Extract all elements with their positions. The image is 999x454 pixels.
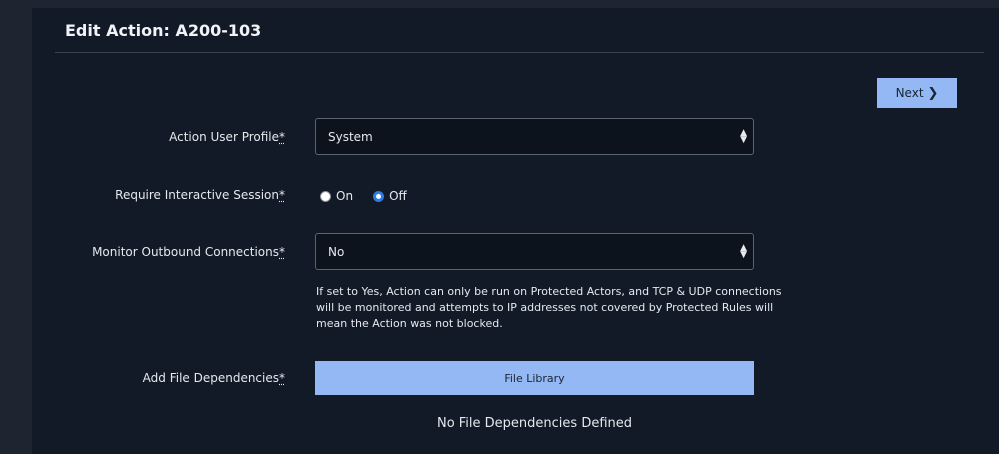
next-button[interactable]: Next ❯ — [877, 78, 957, 108]
interactive-session-off-radio[interactable]: Off — [373, 189, 407, 203]
interactive-session-on-radio[interactable]: On — [320, 189, 353, 203]
radio-checked-icon — [373, 190, 385, 202]
required-mark: * — [279, 130, 285, 144]
required-mark: * — [279, 245, 285, 259]
user-profile-label: Action User Profile* — [169, 130, 285, 144]
page-title: Edit Action: A200-103 — [65, 21, 262, 40]
no-dependencies-message: No File Dependencies Defined — [436, 416, 633, 431]
radio-off-label: Off — [389, 189, 407, 203]
interactive-session-label: Require Interactive Session* — [115, 188, 285, 202]
sort-arrows-icon: ▲ ▼ — [740, 242, 747, 260]
radio-on-label: On — [336, 189, 354, 203]
chevron-right-icon: ❯ — [927, 85, 939, 101]
radio-unchecked-icon — [320, 190, 331, 202]
outbound-connections-value: No — [328, 244, 345, 259]
required-mark: * — [279, 188, 285, 202]
outbound-connections-label: Monitor Outbound Connections* — [92, 245, 285, 259]
interactive-session-radio-group: On Off — [320, 189, 407, 203]
file-dependencies-label-text: Add File Dependencies — [142, 371, 279, 385]
title-divider — [55, 52, 984, 53]
interactive-session-label-text: Require Interactive Session — [115, 188, 279, 202]
outbound-connections-label-text: Monitor Outbound Connections — [92, 245, 279, 259]
sort-arrows-icon: ▲ ▼ — [740, 127, 747, 145]
file-library-button[interactable]: File Library — [315, 361, 754, 395]
next-button-label: Next — [895, 86, 924, 100]
required-mark: * — [279, 371, 285, 385]
outbound-connections-select[interactable]: No ▲ ▼ — [315, 233, 754, 270]
file-dependencies-label: Add File Dependencies* — [143, 371, 285, 385]
edit-action-panel: Edit Action: A200-103 Next ❯ Action User… — [32, 8, 999, 454]
user-profile-value: System — [328, 129, 373, 144]
user-profile-select[interactable]: System ▲ ▼ — [315, 118, 754, 155]
outbound-connections-help: If set to Yes, Action can only be run on… — [316, 285, 782, 330]
user-profile-label-text: Action User Profile — [169, 130, 279, 144]
